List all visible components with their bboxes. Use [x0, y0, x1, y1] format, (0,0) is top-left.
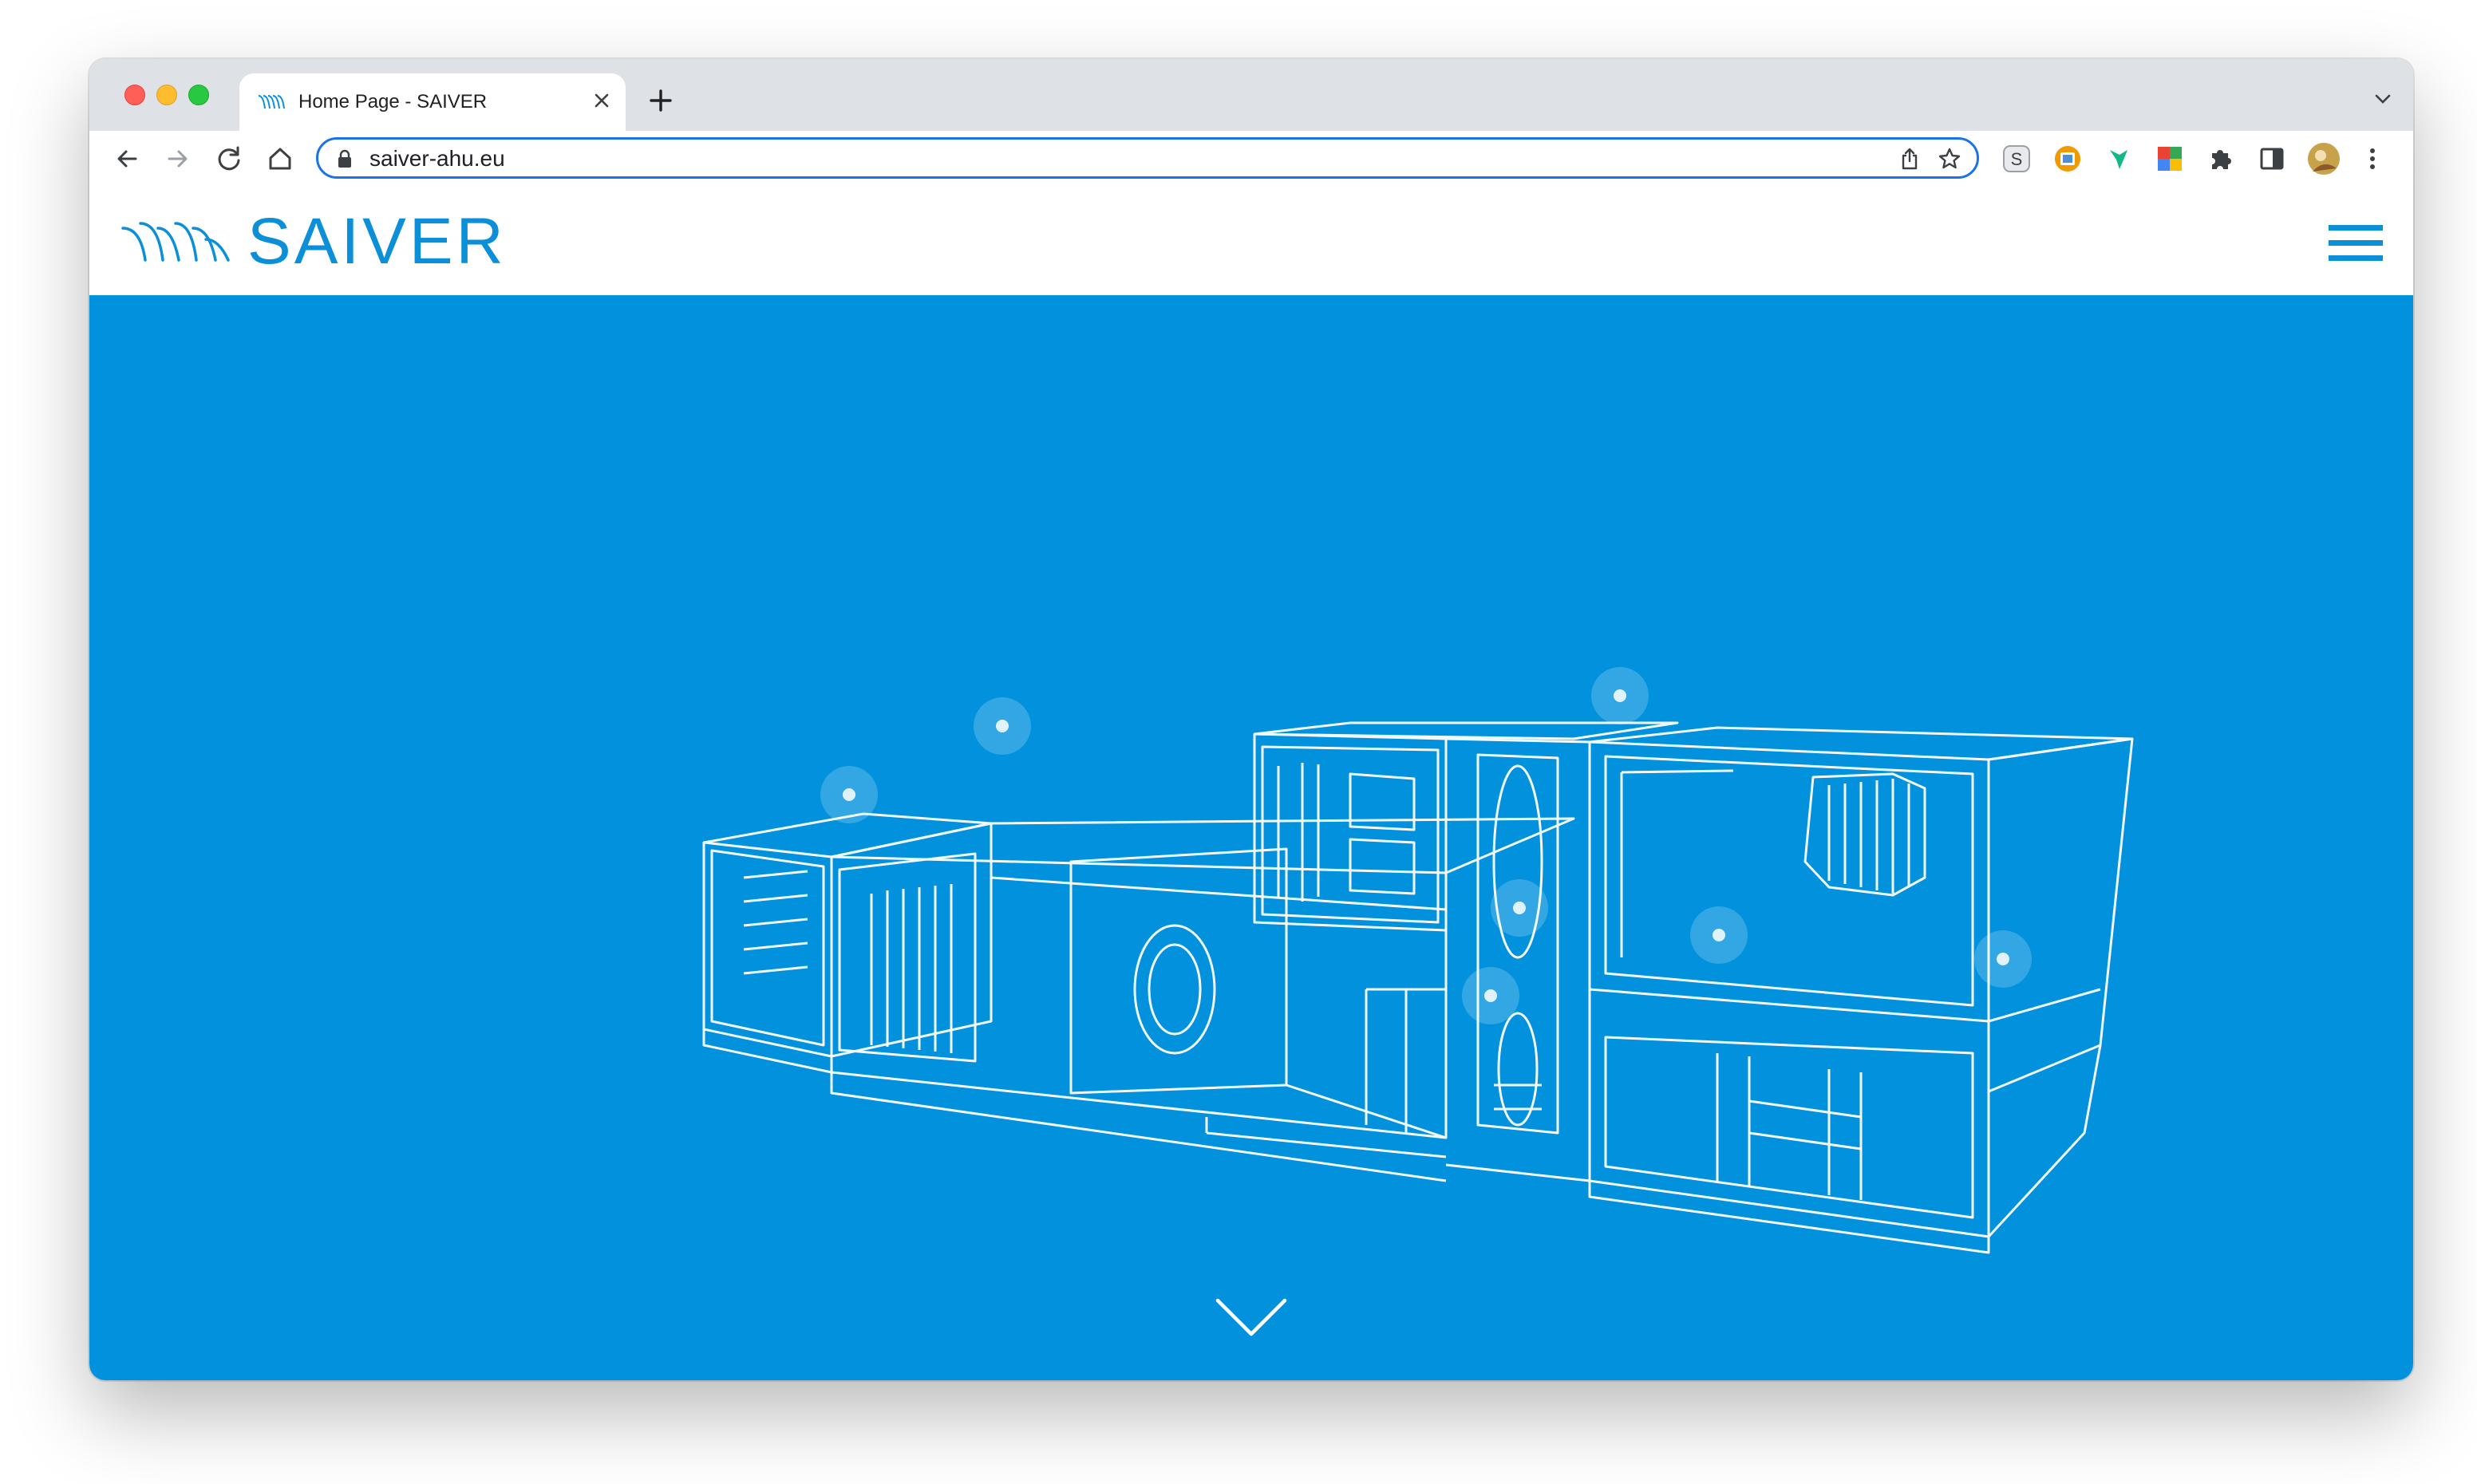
reload-icon[interactable] — [212, 142, 246, 176]
hotspot-marker[interactable] — [1690, 906, 1748, 964]
browser-toolbar: saiver-ahu.eu S — [89, 131, 2413, 188]
palette-extension-icon[interactable] — [2155, 144, 2185, 174]
photo-extension-icon[interactable] — [2052, 144, 2083, 174]
bookmark-star-icon[interactable] — [1937, 146, 1962, 172]
new-tab-icon[interactable] — [645, 85, 677, 116]
puzzle-icon[interactable] — [2206, 144, 2236, 174]
bird-extension-icon[interactable] — [2104, 144, 2134, 174]
share-icon[interactable] — [1897, 146, 1922, 172]
tab-title: Home Page - SAIVER — [298, 91, 488, 112]
minimize-window-button[interactable] — [156, 85, 177, 105]
chevron-down-icon[interactable] — [2372, 88, 2394, 110]
hotspot-marker[interactable] — [1462, 967, 1519, 1024]
hotspot-marker[interactable] — [1491, 879, 1548, 937]
home-icon[interactable] — [263, 142, 297, 176]
lock-icon[interactable] — [336, 149, 354, 168]
saiver-waves-icon — [121, 222, 230, 262]
hero-section — [89, 295, 2413, 1380]
tab-home-page[interactable]: Home Page - SAIVER — [239, 73, 626, 131]
hotspot-marker[interactable] — [820, 766, 878, 823]
chevron-down-icon[interactable] — [1213, 1294, 1290, 1342]
saiver-favicon-icon — [258, 95, 285, 109]
s-extension-icon[interactable]: S — [2001, 144, 2032, 174]
profile-avatar[interactable] — [2306, 141, 2341, 176]
more-menu-icon[interactable] — [2357, 144, 2388, 174]
close-window-button[interactable] — [124, 85, 145, 105]
address-bar[interactable]: saiver-ahu.eu — [316, 137, 1979, 179]
fullscreen-window-button[interactable] — [188, 85, 209, 105]
browser-window: Home Page - SAIVER saiver-ahu.eu S SAIVE… — [89, 59, 2413, 1380]
back-arrow-icon[interactable] — [110, 142, 144, 176]
forward-arrow-icon[interactable] — [161, 142, 195, 176]
site-header: SAIVER — [89, 187, 2413, 295]
tab-strip: Home Page - SAIVER — [89, 59, 2413, 131]
close-tab-icon[interactable] — [591, 89, 613, 112]
hamburger-menu-icon[interactable] — [2329, 223, 2383, 263]
saiver-logo[interactable]: SAIVER — [120, 209, 538, 274]
air-handling-unit-wireframe — [702, 721, 2134, 1254]
logo-text: SAIVER — [247, 205, 507, 278]
sidebar-icon[interactable] — [2257, 144, 2287, 174]
hotspot-marker[interactable] — [1591, 667, 1649, 724]
svg-text:S: S — [2011, 149, 2023, 169]
url-text[interactable]: saiver-ahu.eu — [369, 146, 505, 172]
hotspot-marker[interactable] — [1974, 930, 2032, 988]
hotspot-marker[interactable] — [974, 697, 1031, 755]
